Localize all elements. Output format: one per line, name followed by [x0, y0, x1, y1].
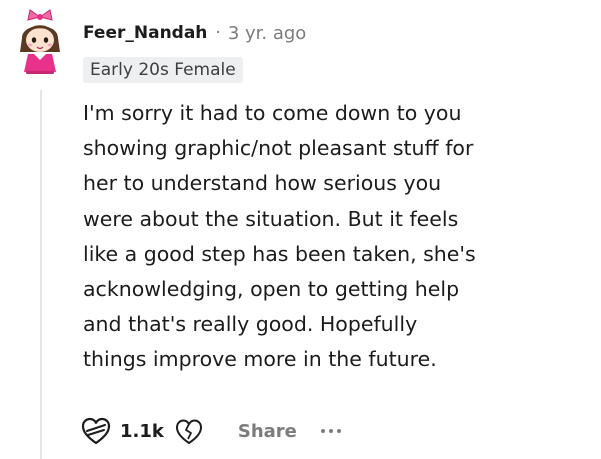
meta-separator: ·: [215, 23, 221, 43]
thread-line[interactable]: [40, 90, 42, 459]
comment-line: her to understand how serious you: [83, 171, 442, 196]
upvote-button[interactable]: [80, 416, 112, 446]
avatar[interactable]: [14, 8, 66, 76]
share-button[interactable]: Share: [238, 421, 297, 442]
comment-meta: Feer_Nandah · 3 yr. ago: [83, 20, 306, 46]
heart-downvote-icon: [175, 419, 202, 444]
comment-line: like a good step has been taken, she's: [83, 241, 476, 266]
comment-timestamp[interactable]: 3 yr. ago: [228, 23, 307, 44]
more-options-icon: [320, 429, 325, 433]
heart-upvote-icon: [81, 417, 111, 445]
comment-line: things improve more in the future.: [83, 347, 437, 372]
more-options-button[interactable]: [320, 421, 341, 441]
comment-line: and that's really good. Hopefully: [83, 312, 418, 337]
vote-count: 1.1k: [120, 420, 164, 442]
user-flair: Early 20s Female: [83, 57, 243, 83]
bow-icon: [27, 9, 53, 21]
comment-line: showing graphic/not pleasant stuff for: [83, 136, 474, 161]
comment-body: I'm sorry it had to come down to you sho…: [83, 96, 563, 378]
comment-line: were about the situation. But it feels: [83, 206, 459, 231]
comment-line: I'm sorry it had to come down to you: [83, 101, 462, 125]
more-options-icon: [336, 429, 341, 433]
comment-action-bar: 1.1k Share: [80, 412, 341, 450]
comment-line: acknowledging, open to getting help: [83, 277, 460, 302]
username-link[interactable]: Feer_Nandah: [83, 23, 207, 43]
more-options-icon: [328, 429, 333, 433]
downvote-button[interactable]: [174, 416, 204, 446]
